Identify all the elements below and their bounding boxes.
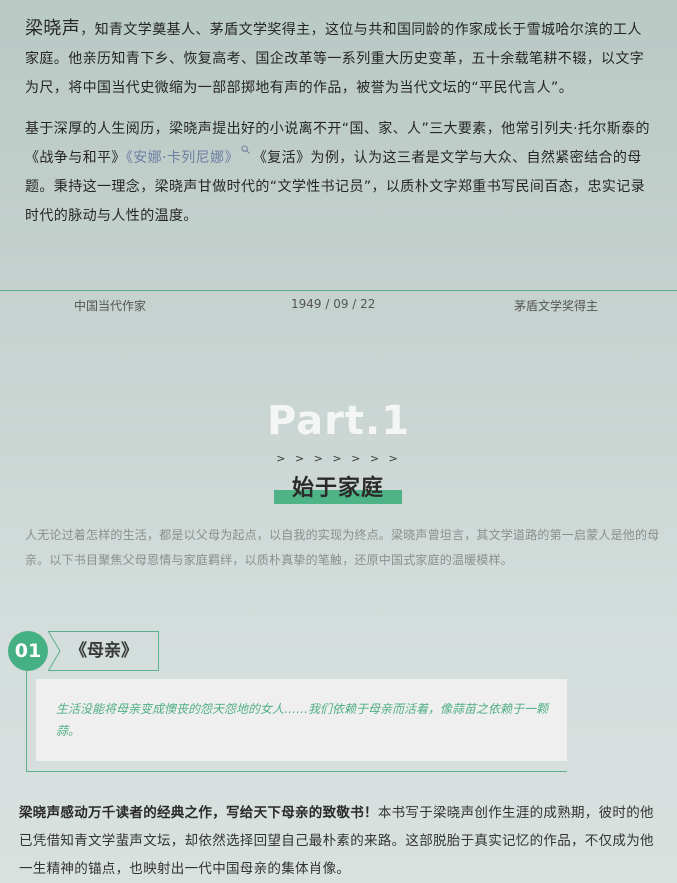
book-quote-box: 生活没能将母亲变成懊丧的怨天怨地的女人……我们依赖于母亲而活着，像蒜苗之依赖于一…: [36, 679, 567, 761]
book-quote: 生活没能将母亲变成懊丧的怨天怨地的女人……我们依赖于母亲而活着，像蒜苗之依赖于一…: [56, 702, 549, 738]
book-number-badge: 01: [8, 631, 48, 671]
book-title: 《母亲》: [70, 641, 138, 661]
author-meta-row: 中国当代作家 1949 / 09 / 22 茅盾文学奖得主: [0, 297, 677, 317]
intro-paragraph-2: 基于深厚的人生阅历，梁晓声提出好的小说离不开“国、家、人”三大要素，他常引列夫·…: [25, 115, 655, 231]
book-frame-left-rule: [26, 671, 27, 771]
section-lead-text: 人无论过着怎样的生活，都是以父母为起点，以自我的实现为终点。梁晓声曾坦言，其文学…: [25, 528, 660, 567]
meta-award: 茅盾文学奖得主: [514, 299, 599, 313]
section-lead: 人无论过着怎样的生活，都是以父母为起点，以自我的实现为终点。梁晓声曾坦言，其文学…: [25, 523, 660, 573]
book-frame-bottom-rule: [26, 771, 567, 772]
anna-karenina-link[interactable]: 《安娜·卡列尼娜》: [126, 150, 239, 166]
section-title: 始于家庭: [291, 476, 384, 501]
author-name: 梁晓声: [25, 18, 81, 39]
intro-paragraph-1: 梁晓声，知青文学奠基人、茅盾文学奖得主，这位与共和国同龄的作家成长于雪城哈尔滨的…: [25, 14, 655, 103]
meta-birth-date: 1949 / 09 / 22: [291, 297, 376, 311]
section-heading: 始于家庭: [274, 470, 402, 506]
book-description-lead: 梁晓声感动万千读者的经典之作，写给天下母亲的致敬书！: [19, 805, 378, 821]
book-description: 梁晓声感动万千读者的经典之作，写给天下母亲的致敬书！本书写于梁晓声创作生涯的成熟…: [19, 799, 661, 883]
book-description-text: 梁晓声感动万千读者的经典之作，写给天下母亲的致敬书！本书写于梁晓声创作生涯的成熟…: [19, 799, 661, 883]
arrow-decoration: > > > > > > >: [276, 452, 401, 465]
intro-paragraph-1-text: ，知青文学奠基人、茅盾文学奖得主，这位与共和国同龄的作家成长于雪城哈尔滨的工人家…: [25, 22, 645, 96]
part-title: Part.1: [266, 398, 411, 444]
search-icon[interactable]: [241, 136, 250, 154]
section-divider: [0, 290, 677, 291]
author-intro: 梁晓声，知青文学奠基人、茅盾文学奖得主，这位与共和国同龄的作家成长于雪城哈尔滨的…: [25, 14, 655, 231]
book-title-tag: 《母亲》: [48, 631, 159, 671]
meta-category: 中国当代作家: [74, 299, 147, 313]
